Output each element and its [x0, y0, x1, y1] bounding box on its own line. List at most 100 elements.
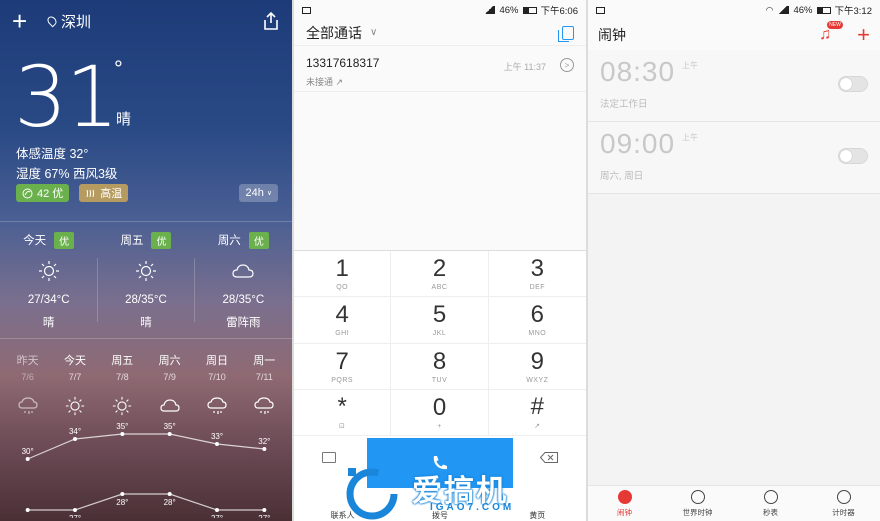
tab-dial[interactable]: 拨号 — [391, 494, 488, 521]
alarm-toggle[interactable] — [838, 148, 868, 164]
tab-stopwatch[interactable]: 秒表 — [734, 486, 807, 521]
forecast-day: 周六 7/9 — [146, 352, 193, 416]
call-status-text: 未接通 — [306, 77, 334, 87]
backspace-icon[interactable] — [540, 452, 558, 463]
range-selector[interactable]: 24h ∨ — [239, 184, 278, 202]
alarm-time: 08:30 — [600, 56, 676, 87]
clock-tabs: 闹钟 世界时钟 秒表 计时器 — [588, 485, 880, 521]
forecast-date: 7/11 — [255, 372, 273, 382]
range-label: 24h — [245, 187, 264, 199]
key-hash[interactable]: # ↗ — [488, 390, 586, 436]
day-condition: 晴 — [140, 317, 152, 329]
battery-icon — [522, 6, 537, 14]
call-button[interactable] — [367, 438, 513, 488]
key-1[interactable]: 1 QO — [294, 251, 392, 298]
key-7[interactable]: 7 PQRS — [294, 343, 392, 390]
share-icon[interactable] — [262, 11, 280, 31]
key-2[interactable]: 2 ABC — [391, 251, 489, 298]
add-alarm-button[interactable]: + — [857, 24, 870, 46]
heat-badge[interactable]: 高温 — [79, 184, 129, 202]
tab-alarm[interactable]: 闹钟 — [588, 486, 661, 521]
rain-cloud-icon — [193, 396, 240, 416]
ringtone-button[interactable]: ♫ NEW — [819, 21, 843, 44]
key-digit: * — [337, 393, 347, 421]
key-digit: 9 — [530, 347, 544, 375]
key-5[interactable]: 5 JKL — [391, 297, 489, 344]
key-digit: 8 — [432, 347, 447, 375]
high-temp-label: 30° — [22, 447, 34, 456]
low-temp-line — [27, 493, 265, 511]
key-6[interactable]: 6 MNO — [488, 297, 586, 344]
key-4[interactable]: 4 GHI — [294, 297, 392, 344]
dial-pad: 1 QO 2 ABC 3 DEF 4 GHI 5 JKL 6 MNO 7 PQRS 8 TUV … — [294, 250, 586, 436]
key-8[interactable]: 8 TUV — [391, 343, 489, 390]
forecast-day: 今天 7/7 — [51, 352, 98, 416]
info-icon[interactable]: > — [560, 58, 574, 72]
humidity-wind: 湿度 67% 西风3级 — [16, 167, 118, 181]
signal-icon — [483, 6, 496, 14]
day-card[interactable]: 今天优 27/34°C 晴 — [0, 231, 97, 330]
phone-icon — [433, 456, 447, 470]
chevron-down-icon: ∨ — [266, 190, 272, 197]
image-icon — [596, 6, 605, 14]
call-log-item[interactable]: 13317618317 未接通 ↗ 上午 11:37 > — [294, 46, 586, 92]
cloud-icon — [195, 260, 292, 284]
current-condition: 晴 — [116, 111, 132, 128]
divider — [194, 258, 195, 322]
key-0[interactable]: 0 + — [391, 389, 489, 436]
signal-icon — [777, 6, 790, 14]
chevron-down-icon[interactable]: ∨ — [370, 27, 377, 38]
divider — [0, 221, 292, 222]
dialer-tabs: 联系人 拨号 黄页 — [294, 494, 586, 521]
key-9[interactable]: 9 WXYZ — [488, 344, 586, 390]
alarm-item[interactable]: 09:00 上午 周六, 周日 — [588, 122, 880, 194]
high-temp-point — [262, 447, 267, 451]
location[interactable]: 深圳 — [45, 11, 91, 32]
alarm-toggle[interactable] — [838, 76, 868, 92]
copy-icon[interactable] — [558, 25, 574, 42]
high-temp-point — [120, 432, 125, 436]
tab-contacts[interactable]: 联系人 — [294, 494, 391, 521]
low-temp-label: 27° — [69, 514, 81, 518]
call-filter[interactable]: 全部通话 — [306, 23, 362, 43]
current-temperature: 31 — [14, 48, 119, 146]
high-temp-label: 32° — [258, 437, 270, 446]
world-clock-icon — [690, 489, 705, 504]
sun-icon — [51, 396, 98, 416]
day-card[interactable]: 周五优 28/35°C 晴 — [97, 231, 194, 330]
alarm-header: 闹钟 ♫ NEW + — [588, 20, 880, 50]
temp-range: 28/35°C — [222, 294, 265, 306]
tab-world-clock[interactable]: 世界时钟 — [661, 486, 734, 521]
key-digit: 3 — [530, 255, 544, 283]
key-letters: PQRS — [331, 376, 354, 384]
high-temp-point — [25, 457, 30, 461]
key-digit: # — [530, 393, 544, 421]
day-name: 周五 — [120, 235, 144, 247]
forecast-date: 7/7 — [68, 372, 82, 382]
aqi-badge[interactable]: 42 优 — [16, 184, 70, 202]
heat-icon — [86, 189, 95, 197]
day-card[interactable]: 周六优 28/35°C 雷阵雨 — [195, 231, 292, 330]
rain-cloud-icon — [241, 396, 288, 416]
keyboard-icon[interactable] — [322, 452, 336, 463]
forecast-day: 周一 7/11 — [241, 352, 288, 416]
add-city-icon[interactable]: + — [12, 8, 36, 34]
key-digit: 2 — [432, 255, 447, 283]
alarm-repeat: 法定工作日 — [600, 99, 648, 110]
alarm-item[interactable]: 08:30 上午 法定工作日 — [588, 50, 880, 122]
key-letters: QO — [336, 284, 349, 292]
key-letters: JKL — [432, 330, 447, 338]
cloud-icon — [146, 396, 193, 416]
page-title: 闹钟 — [598, 27, 626, 43]
location-pin-icon — [45, 14, 59, 28]
key-3[interactable]: 3 DEF — [488, 251, 586, 298]
high-temp-label: 34° — [69, 427, 81, 436]
high-temp-point — [215, 442, 219, 446]
low-temp-point — [167, 492, 172, 496]
tab-timer[interactable]: 计时器 — [807, 486, 880, 521]
tab-yellow-pages[interactable]: 黄页 — [489, 494, 586, 521]
low-temp-label: 27° — [258, 514, 270, 518]
clock: 下午6:06 — [540, 6, 579, 17]
key-letters: GHI — [335, 330, 350, 338]
key-star[interactable]: * ⊡ — [294, 389, 392, 436]
